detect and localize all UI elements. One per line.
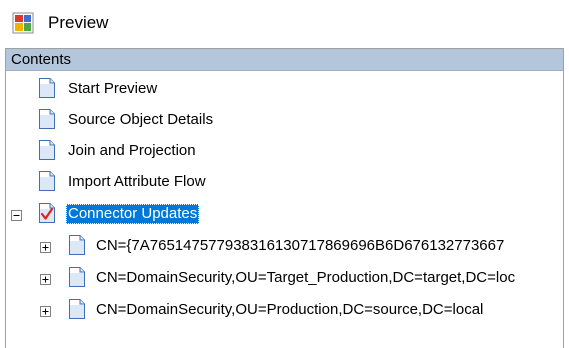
tree-item-connector-cn-1[interactable]: CN={7A76514757793831613071786969​6B6D676… xyxy=(6,233,563,259)
tree-item-start-preview[interactable]: Start Preview xyxy=(6,76,563,102)
tree-item-connector-updates[interactable]: Connector Updates xyxy=(6,201,563,227)
expand-icon[interactable] xyxy=(40,304,51,317)
window-title: Preview xyxy=(48,13,109,32)
tree-item-source-object-details[interactable]: Source Object Details xyxy=(6,107,563,133)
document-icon xyxy=(38,77,56,99)
contents-header-label: Contents xyxy=(11,51,72,68)
expand-icon[interactable] xyxy=(40,240,51,253)
tree-item-label: Import Attribute Flow xyxy=(68,173,206,190)
document-icon xyxy=(68,234,86,256)
contents-header: Contents xyxy=(6,49,563,71)
contents-panel: Contents Start Preview Source Object Det… xyxy=(5,48,564,348)
document-icon xyxy=(68,266,86,288)
document-icon xyxy=(38,170,56,192)
document-check-icon xyxy=(38,202,56,224)
preview-app-icon xyxy=(12,12,34,34)
tree-item-connector-cn-3[interactable]: CN=DomainSecurity,OU=Production,DC=sourc… xyxy=(6,297,563,323)
document-icon xyxy=(68,298,86,320)
tree-item-label: Connector Updates xyxy=(66,204,200,224)
tree-item-label: CN=DomainSecurity,OU=Production,DC=sourc… xyxy=(96,301,484,318)
tree-item-import-attribute-flow[interactable]: Import Attribute Flow xyxy=(6,169,563,195)
tree-item-label: CN={7A76514757793831613071786969​6B6D676… xyxy=(96,237,505,254)
tree-item-join-and-projection[interactable]: Join and Projection xyxy=(6,138,563,164)
tree-item-label: Source Object Details xyxy=(68,111,214,128)
tree-item-label: Join and Projection xyxy=(68,142,196,159)
title-bar: Preview xyxy=(0,0,569,47)
tree-item-label: CN=DomainSecurity,OU=Target_Production,D… xyxy=(96,269,516,286)
document-icon xyxy=(38,108,56,130)
expand-icon[interactable] xyxy=(40,272,51,285)
preview-window: Preview Contents Start Preview Source Ob… xyxy=(0,0,569,348)
tree-item-connector-cn-2[interactable]: CN=DomainSecurity,OU=Target_Production,D… xyxy=(6,265,563,291)
document-icon xyxy=(38,139,56,161)
collapse-icon[interactable] xyxy=(11,208,22,221)
tree-item-label: Start Preview xyxy=(68,80,158,97)
